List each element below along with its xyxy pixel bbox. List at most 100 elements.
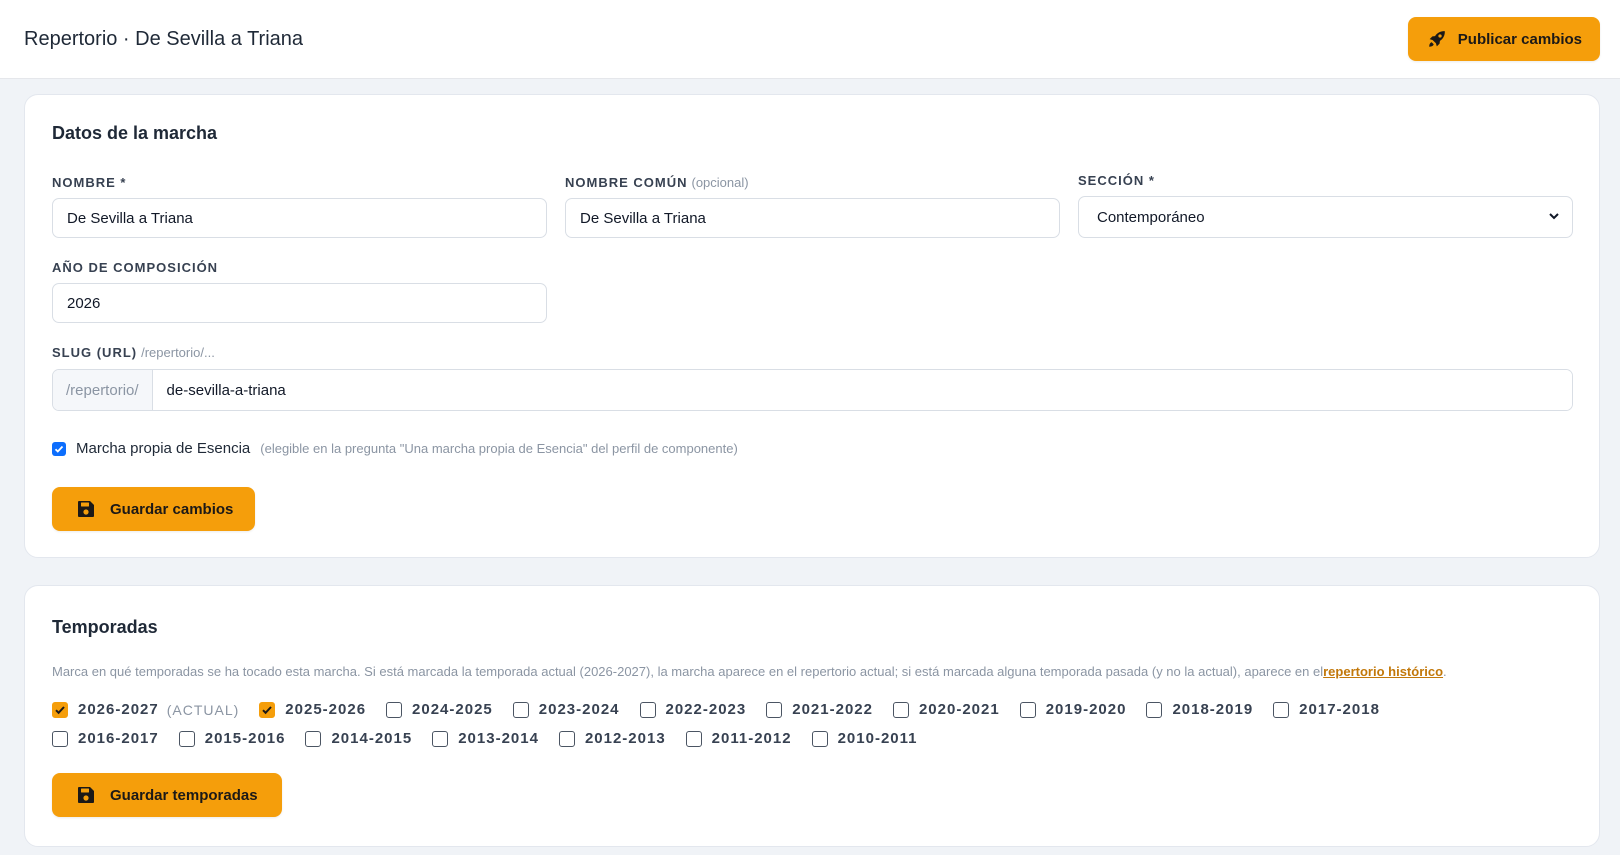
nombre-comun-label: NOMBRE COMÚN (opcional) — [565, 175, 749, 190]
season-checkbox-box[interactable] — [766, 701, 783, 718]
slug-label: SLUG (URL)/repertorio/... — [52, 345, 215, 360]
season-checkbox-box[interactable] — [305, 730, 322, 747]
nombre-comun-label-text: NOMBRE COMÚN — [565, 175, 688, 190]
season-label: 2017-2018 — [1299, 701, 1380, 718]
season-checkbox[interactable]: 2015-2016 — [178, 730, 286, 747]
slug-prefix: /repertorio/ — [53, 370, 153, 410]
season-checkbox-box[interactable] — [1146, 701, 1163, 718]
season-checkbox[interactable]: 2010-2011 — [811, 730, 918, 747]
season-checkbox-box[interactable] — [178, 730, 195, 747]
season-checkbox-box[interactable] — [639, 701, 656, 718]
floppy-disk-icon — [76, 785, 96, 805]
slug-hint: /repertorio/... — [141, 345, 215, 360]
season-label: 2025-2026 — [285, 701, 367, 718]
save-seasons-button[interactable]: Guardar temporadas — [52, 773, 282, 817]
check-icon — [262, 705, 273, 714]
season-label: 2020-2021 — [918, 701, 1000, 718]
nombre-label-text: NOMBRE * — [52, 175, 127, 190]
season-checkbox[interactable]: 2021-2022 — [766, 701, 873, 718]
publish-button-label: Publicar cambios — [1457, 30, 1582, 48]
season-label: 2014-2015 — [331, 730, 413, 747]
page-title: Repertorio · De Sevilla a Triana — [24, 27, 304, 50]
seasons-row-1: 2026-2027 (ACTUAL) 2025-2026 2024-2025 2023-… — [52, 695, 1400, 724]
season-checkbox[interactable]: 2020-2021 — [892, 701, 1000, 718]
season-checkbox[interactable]: 2012-2013 — [558, 730, 666, 747]
slug-label-text: SLUG (URL) — [52, 345, 138, 360]
save-seasons-button-label: Guardar temporadas — [110, 786, 258, 804]
repertorio-historico-link[interactable]: repertorio histórico — [1323, 664, 1443, 679]
check-icon — [55, 705, 65, 714]
season-checkbox-box[interactable] — [52, 730, 68, 747]
anio-label: AÑO DE COMPOSICIÓN — [52, 260, 218, 275]
season-checkbox[interactable]: 2024-2025 — [386, 701, 493, 718]
season-checkbox[interactable]: 2026-2027 (ACTUAL) — [52, 701, 239, 718]
season-label: 2026-2027 — [78, 701, 159, 718]
nombre-comun-hint: (opcional) — [691, 175, 749, 190]
temporadas-card: Temporadas Marca en qué temporadas se ha… — [24, 585, 1600, 847]
seasons-grid: 2026-2027 (ACTUAL) 2025-2026 2024-2025 2023-… — [52, 695, 1400, 753]
season-checkbox[interactable]: 2018-2019 — [1146, 701, 1253, 718]
season-label: 2019-2020 — [1045, 701, 1127, 718]
season-checkbox-box[interactable] — [259, 701, 276, 718]
temporadas-note-end: . — [1443, 664, 1447, 679]
season-label: 2011-2012 — [711, 730, 792, 747]
season-checkbox[interactable]: 2025-2026 — [259, 701, 366, 718]
season-label: 2024-2025 — [412, 701, 493, 718]
season-label: 2010-2011 — [837, 730, 918, 747]
season-checkbox[interactable]: 2011-2012 — [685, 730, 792, 747]
season-checkbox[interactable]: 2016-2017 — [52, 730, 159, 747]
seasons-row-2: 2016-2017 2015-2016 2014-2015 2013-2014 2012… — [52, 724, 1400, 753]
season-checkbox-box[interactable] — [1019, 701, 1036, 718]
seccion-label: SECCIÓN * — [1078, 173, 1155, 188]
nombre-label: NOMBRE * — [52, 175, 126, 190]
floppy-disk-icon — [76, 499, 96, 519]
datos-title: Datos de la marcha — [52, 123, 218, 143]
season-checkbox-box[interactable] — [1273, 701, 1290, 718]
temporadas-title: Temporadas — [52, 617, 158, 637]
season-checkbox-box[interactable] — [811, 730, 828, 747]
seccion-label-text: SECCIÓN * — [1078, 173, 1155, 188]
slug-input[interactable] — [152, 370, 1572, 410]
propia-row: Marcha propia de Esencia (elegible en la… — [52, 440, 738, 457]
season-checkbox[interactable]: 2013-2014 — [432, 730, 539, 747]
season-label: 2023-2024 — [538, 701, 620, 718]
season-checkbox-box[interactable] — [52, 701, 68, 718]
temporadas-note-text: Marca en qué temporadas se ha tocado est… — [52, 664, 1324, 679]
season-checkbox-box[interactable] — [558, 730, 575, 747]
propia-label: Marcha propia de Esencia — [76, 440, 251, 457]
propia-note: (elegible en la pregunta "Una marcha pro… — [260, 441, 738, 456]
save-button[interactable]: Guardar cambios — [52, 487, 256, 531]
season-label: 2021-2022 — [792, 701, 873, 718]
season-checkbox-box[interactable] — [512, 701, 529, 718]
save-button-label: Guardar cambios — [110, 500, 234, 518]
current-season-tag: (ACTUAL) — [166, 701, 240, 718]
temporadas-note: Marca en qué temporadas se ha tocado est… — [52, 664, 1447, 679]
nombre-comun-input[interactable] — [565, 198, 1060, 238]
slug-field: /repertorio/ — [52, 369, 1573, 411]
season-label: 2015-2016 — [204, 730, 286, 747]
season-label: 2018-2019 — [1172, 701, 1254, 718]
datos-card: Datos de la marcha NOMBRE * NOMBRE COMÚN… — [24, 94, 1600, 558]
season-checkbox-box[interactable] — [432, 730, 449, 747]
season-checkbox-box[interactable] — [685, 730, 702, 747]
season-label: 2016-2017 — [78, 730, 159, 747]
nombre-input[interactable] — [52, 198, 547, 238]
chevron-down-icon — [1548, 209, 1560, 226]
publish-button[interactable]: Publicar cambios — [1407, 17, 1600, 61]
seccion-select[interactable]: Contemporáneo — [1078, 196, 1573, 238]
check-icon — [54, 445, 64, 453]
seccion-select-value: Contemporáneo — [1097, 208, 1205, 226]
propia-checkbox[interactable] — [52, 441, 66, 456]
season-checkbox[interactable]: 2022-2023 — [639, 701, 747, 718]
season-checkbox-box[interactable] — [892, 701, 909, 718]
anio-label-text: AÑO DE COMPOSICIÓN — [52, 260, 219, 275]
top-bar: Repertorio · De Sevilla a Triana Publica… — [0, 0, 1620, 79]
season-checkbox-box[interactable] — [386, 701, 403, 718]
season-label: 2022-2023 — [665, 701, 747, 718]
season-checkbox[interactable]: 2017-2018 — [1273, 701, 1380, 718]
season-label: 2012-2013 — [584, 730, 666, 747]
anio-input[interactable] — [52, 283, 547, 323]
season-checkbox[interactable]: 2019-2020 — [1019, 701, 1127, 718]
season-checkbox[interactable]: 2023-2024 — [512, 701, 620, 718]
season-checkbox[interactable]: 2014-2015 — [305, 730, 412, 747]
